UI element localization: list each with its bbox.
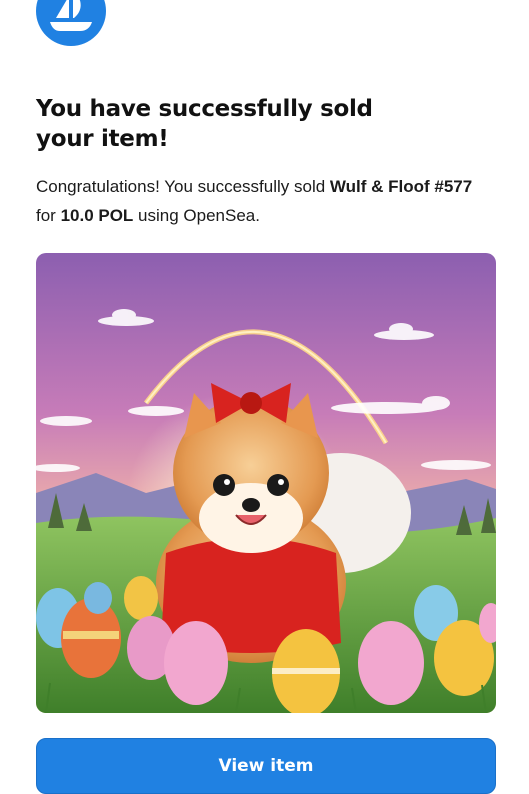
title-line-2: your item!: [36, 126, 169, 152]
message-for: for: [36, 206, 61, 225]
item-name: Wulf & Floof #577: [329, 177, 473, 196]
view-item-button[interactable]: View item: [36, 738, 496, 794]
opensea-logo-icon: [36, 0, 106, 46]
page-title: You have successfully sold your item!: [36, 94, 456, 154]
sale-message: Congratulations! You successfully sold W…: [36, 172, 491, 230]
item-image: [36, 253, 496, 713]
sale-price: 10.0 POL: [60, 206, 134, 225]
title-line-1: You have successfully sold: [36, 96, 373, 122]
message-prefix: Congratulations! You successfully sold: [36, 177, 330, 196]
message-suffix: using OpenSea.: [133, 206, 260, 225]
